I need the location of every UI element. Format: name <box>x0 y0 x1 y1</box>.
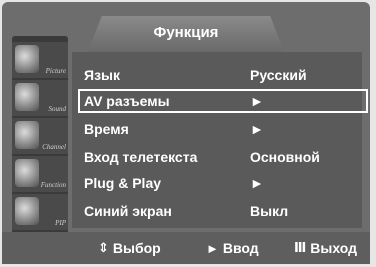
sidebar-item-label: PIP <box>55 219 66 227</box>
sidebar-item-label: Picture <box>45 67 66 75</box>
menu-item-av-connections[interactable]: AV разъемы ► <box>78 89 368 113</box>
footer-exit-hint: Ⅲ Выход <box>294 240 357 256</box>
menu-item-label: Язык <box>84 67 120 83</box>
menu-item-time[interactable]: Время ► <box>78 117 368 141</box>
menu-item-teletext-input[interactable]: Вход телетекста Основной <box>78 145 368 169</box>
sidebar-item-label: Channel <box>42 143 66 151</box>
function-icon <box>15 159 39 187</box>
submenu-arrow-icon: ► <box>250 175 264 191</box>
menu-item-value: Русский <box>250 67 307 83</box>
menu-item-label: Вход телетекста <box>84 149 198 165</box>
menu-title: Функция <box>153 23 219 41</box>
menu-item-label: Время <box>84 121 129 137</box>
menu-item-value: Выкл <box>250 203 289 219</box>
sidebar-item-label: Sound <box>48 105 67 113</box>
pip-icon <box>15 197 39 225</box>
sidebar-item-pip[interactable]: PIP <box>12 194 68 230</box>
channel-icon <box>15 121 39 149</box>
menu-item-label: Синий экран <box>84 203 172 219</box>
footer-select-label: Выбор <box>112 240 161 256</box>
sidebar-item-channel[interactable]: Channel <box>12 118 68 154</box>
sound-icon <box>15 83 39 111</box>
play-arrow-icon: ► <box>206 240 219 256</box>
up-down-arrows-icon: ⇕ <box>98 240 109 255</box>
sidebar-item-sound[interactable]: Sound <box>12 80 68 116</box>
menu-item-plug-and-play[interactable]: Plug & Play ► <box>78 171 368 195</box>
menu-item-language[interactable]: Язык Русский <box>78 63 368 87</box>
menu-item-label: AV разъемы <box>84 93 170 109</box>
menu-item-label: Plug & Play <box>84 175 162 191</box>
sidebar: Picture Sound Channel Function PIP <box>12 36 68 236</box>
submenu-arrow-icon: ► <box>250 121 264 137</box>
sidebar-item-function[interactable]: Function <box>12 156 68 192</box>
menu-item-value: Основной <box>250 149 320 165</box>
sidebar-item-label: Function <box>40 181 66 189</box>
menu-bars-icon: Ⅲ <box>294 240 307 255</box>
picture-icon <box>15 45 39 73</box>
submenu-arrow-icon: ► <box>250 93 264 109</box>
menu-header: Функция <box>88 16 284 52</box>
footer-enter-label: Ввод <box>222 240 259 256</box>
sidebar-item-picture[interactable]: Picture <box>12 42 68 78</box>
footer-enter-hint: ► Ввод <box>206 240 259 256</box>
menu-item-blue-screen[interactable]: Синий экран Выкл <box>78 199 368 223</box>
footer-exit-label: Выход <box>310 240 358 256</box>
footer-select-hint: ⇕ Выбор <box>98 240 161 256</box>
